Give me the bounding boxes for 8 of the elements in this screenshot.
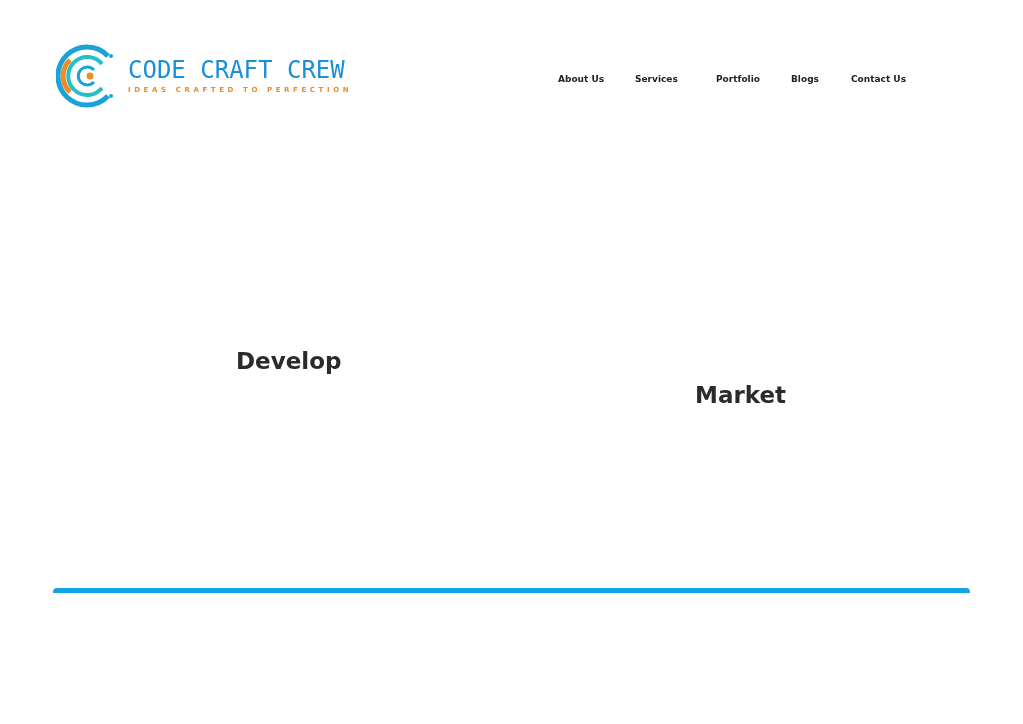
nav-link[interactable]: Contact Us	[851, 73, 906, 84]
section-heading: Develop	[236, 348, 343, 376]
nav-link[interactable]: Blogs	[791, 73, 819, 84]
logo-name: CODE CRAFT CREW	[128, 58, 346, 82]
nav-link[interactable]: Services	[635, 73, 678, 84]
section-heading: Market	[695, 382, 787, 410]
nav-link[interactable]: About Us	[558, 73, 605, 84]
nav-link[interactable]: Portfolio	[716, 73, 760, 84]
